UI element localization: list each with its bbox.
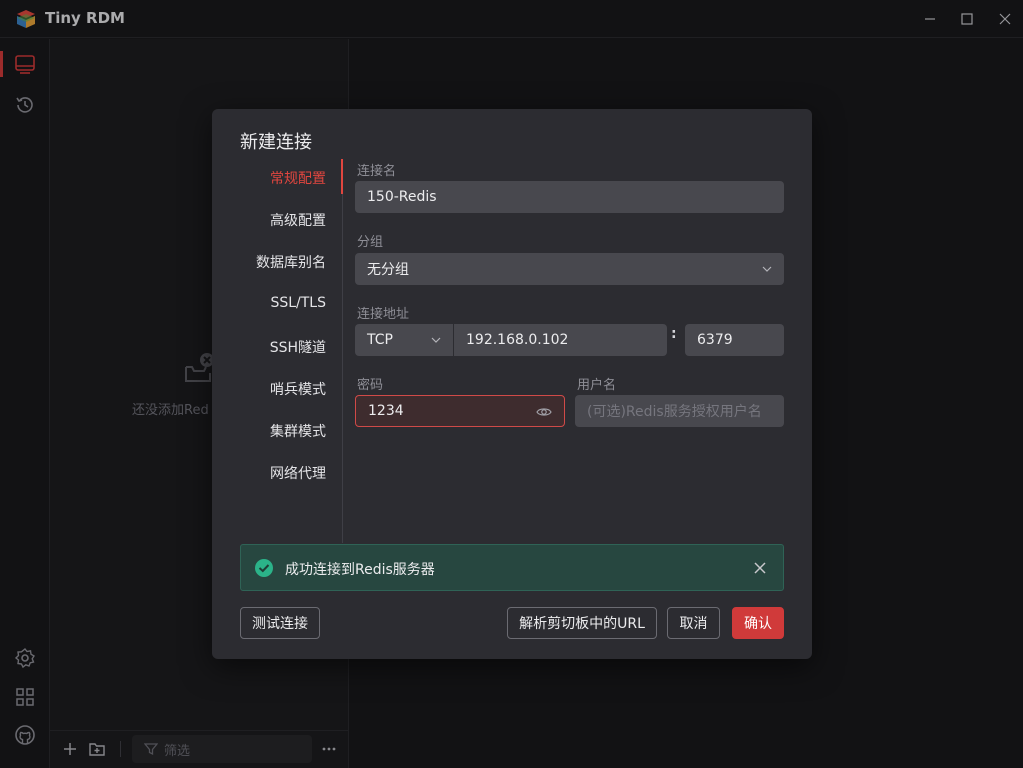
host-input[interactable]: 192.168.0.102 [454, 324, 667, 356]
chevron-down-icon [431, 337, 441, 343]
port-separator: : [671, 326, 677, 342]
connection-name-input[interactable]: 150-Redis [355, 181, 784, 213]
new-connection-dialog: 新建连接 常规配置 高级配置 数据库别名 SSL/TLS SSH隧道 哨兵模式 … [212, 109, 812, 659]
nav-sentinel[interactable]: 哨兵模式 [212, 379, 326, 399]
host-value: 192.168.0.102 [466, 332, 569, 348]
port-value: 6379 [697, 332, 733, 348]
nav-advanced[interactable]: 高级配置 [212, 210, 326, 230]
protocol-value: TCP [367, 332, 393, 348]
username-placeholder: (可选)Redis服务授权用户名 [587, 404, 762, 420]
close-icon[interactable] [752, 560, 768, 576]
alert-message: 成功连接到Redis服务器 [285, 562, 435, 578]
eye-icon[interactable] [536, 404, 552, 420]
success-alert: 成功连接到Redis服务器 [240, 544, 784, 591]
address-label: 连接地址 [357, 307, 410, 322]
nav-active-indicator [341, 159, 343, 194]
connection-name-label: 连接名 [357, 164, 397, 179]
dialog-title: 新建连接 [240, 132, 312, 153]
password-value: 1234 [368, 403, 404, 419]
nav-ssh-tunnel[interactable]: SSH隧道 [212, 337, 326, 357]
password-label: 密码 [357, 378, 384, 393]
nav-cluster[interactable]: 集群模式 [212, 421, 326, 441]
nav-general[interactable]: 常规配置 [212, 168, 326, 188]
check-circle-icon [255, 559, 273, 577]
chevron-down-icon [762, 266, 772, 272]
nav-db-alias[interactable]: 数据库别名 [212, 252, 326, 272]
nav-ssl-tls[interactable]: SSL/TLS [212, 295, 326, 311]
protocol-select[interactable]: TCP [355, 324, 453, 356]
confirm-button[interactable]: 确认 [732, 607, 784, 639]
connection-name-value: 150-Redis [367, 189, 437, 205]
port-input[interactable]: 6379 [685, 324, 784, 356]
group-select[interactable]: 无分组 [355, 253, 784, 285]
group-value: 无分组 [367, 262, 409, 278]
username-label: 用户名 [577, 378, 617, 393]
group-label: 分组 [357, 235, 384, 250]
test-connection-button[interactable]: 测试连接 [240, 607, 320, 639]
password-input[interactable]: 1234 [355, 395, 565, 427]
username-input[interactable]: (可选)Redis服务授权用户名 [575, 395, 784, 427]
nav-proxy[interactable]: 网络代理 [212, 463, 326, 483]
nav-divider [342, 159, 343, 543]
parse-url-button[interactable]: 解析剪切板中的URL [507, 607, 657, 639]
cancel-button[interactable]: 取消 [667, 607, 720, 639]
